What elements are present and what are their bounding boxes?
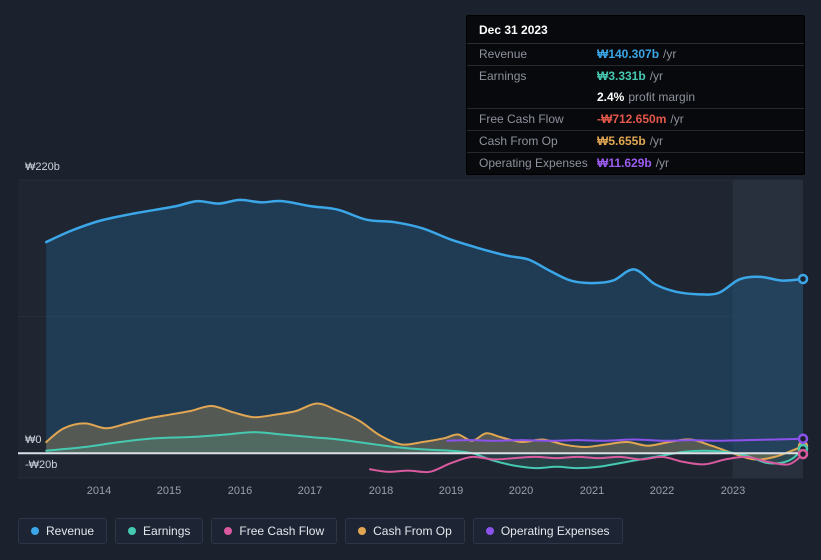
series-revenue-end-dot (797, 273, 809, 285)
tooltip-row-label: Cash From Op (479, 134, 558, 148)
tooltip-row-value: ₩5.655b/yr (597, 134, 664, 148)
chart-legend: Revenue Earnings Free Cash Flow Cash From O… (18, 518, 623, 544)
y-axis-label: ₩220b (25, 161, 60, 173)
tooltip-row-earnings: Earnings ₩3.331b/yr (467, 65, 804, 87)
legend-item-operating-expenses[interactable]: Operating Expenses (472, 518, 623, 544)
tooltip-row-operating-expenses: Operating Expenses ₩11.629b/yr (467, 152, 804, 174)
x-axis-label: 2021 (579, 485, 605, 497)
legend-label: Earnings (143, 524, 191, 538)
free-cash-flow-swatch-icon (224, 527, 233, 535)
tooltip-row-value: ₩11.629b/yr (597, 156, 670, 170)
y-axis-label: ₩0 (25, 434, 42, 446)
tooltip-row-label: Free Cash Flow (479, 112, 564, 126)
earnings-swatch-icon (128, 527, 137, 535)
legend-label: Revenue (46, 524, 95, 538)
data-tooltip: Dec 31 2023 Revenue ₩140.307b/yr Earnings ₩… (466, 15, 805, 175)
series-operating-expenses-end-dot (797, 433, 809, 444)
tooltip-row-profit-margin: 2.4% profit margin (467, 87, 804, 108)
revenue-swatch-icon (31, 527, 39, 535)
y-axis-labels: ₩220b ₩0 -₩20b (0, 0, 80, 510)
x-axis-label: 2023 (720, 485, 746, 497)
x-axis-label: 2019 (438, 485, 464, 497)
legend-item-free-cash-flow[interactable]: Free Cash Flow (211, 518, 338, 544)
tooltip-row-free-cash-flow: Free Cash Flow -₩712.650m/yr (467, 108, 804, 130)
y-axis-label: -₩20b (25, 459, 58, 471)
financial-history-chart-panel: ₩220b ₩0 -₩20b 2014 2015 2016 2017 2018 2019 202… (0, 0, 821, 560)
x-axis-label: 2015 (156, 485, 182, 497)
tooltip-row-value: -₩712.650m/yr (597, 112, 684, 126)
x-axis-label: 2018 (368, 485, 394, 497)
tooltip-date: Dec 31 2023 (467, 16, 804, 44)
x-axis-label: 2014 (86, 485, 112, 497)
x-axis-label: 2020 (508, 485, 534, 497)
x-axis-labels: 2014 2015 2016 2017 2018 2019 2020 2021 2022 2023 (0, 485, 821, 499)
legend-item-earnings[interactable]: Earnings (115, 518, 204, 544)
legend-label: Cash From Op (373, 524, 452, 538)
cash-from-op-swatch-icon (358, 527, 367, 535)
tooltip-row-revenue: Revenue ₩140.307b/yr (467, 44, 804, 65)
tooltip-row-label: Revenue (479, 47, 528, 61)
x-axis-label: 2017 (297, 485, 323, 497)
legend-item-revenue[interactable]: Revenue (18, 518, 108, 544)
operating-expenses-swatch-icon (485, 527, 494, 535)
x-axis-label: 2022 (649, 485, 675, 497)
legend-label: Operating Expenses (500, 524, 610, 538)
x-axis-label: 2016 (227, 485, 253, 497)
tooltip-row-value: 2.4% profit margin (597, 90, 696, 104)
legend-item-cash-from-op[interactable]: Cash From Op (345, 518, 465, 544)
tooltip-row-label: Earnings (479, 69, 527, 83)
series-free-cash-flow-end-dot (797, 448, 809, 460)
tooltip-row-value: ₩140.307b/yr (597, 47, 677, 61)
legend-label: Free Cash Flow (239, 524, 325, 538)
tooltip-rows: Revenue ₩140.307b/yr Earnings ₩3.331b/yr 2.4… (467, 44, 804, 174)
tooltip-row-cash-from-op: Cash From Op ₩5.655b/yr (467, 130, 804, 152)
tooltip-row-label: Operating Expenses (479, 156, 588, 170)
tooltip-row-value: ₩3.331b/yr (597, 69, 664, 83)
